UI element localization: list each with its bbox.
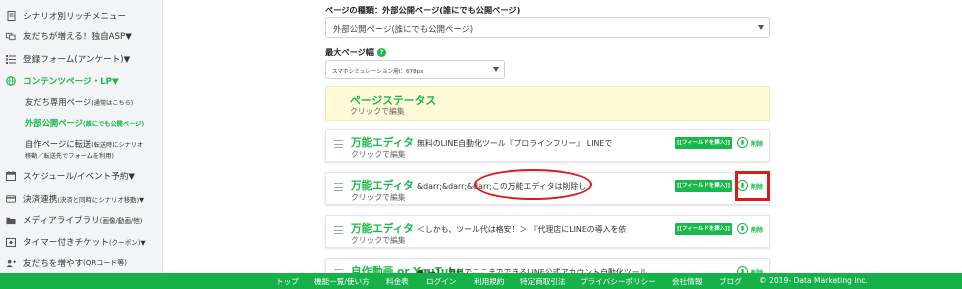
sidebar-item-label: 決済連携: [23, 195, 58, 205]
ticket-icon: [6, 237, 16, 247]
editor-title: 万能エディタ: [351, 137, 414, 149]
sidebar-item-label: コンテンツページ・LP▼: [23, 77, 119, 87]
delete-button[interactable]: 削除: [751, 139, 763, 148]
editor-block[interactable]: 万能エディタ クリックで編集 無料のLINE自動化ツール『プロラインフリー』 L…: [325, 129, 770, 162]
folder-icon: [6, 215, 16, 225]
sidebar-item-label: スケジュール/イベント予約▼: [23, 172, 136, 182]
page-editor: ページの種類：外部公開ページ(誰にでも公開ページ) 外部公開ページ(誰にでも公開…: [313, 0, 783, 289]
group-icon: [6, 31, 16, 41]
highlight-ellipse: [474, 169, 592, 200]
editor-click-to-edit: クリックで編集: [351, 236, 406, 245]
editor-click-to-edit: クリックで編集: [351, 193, 406, 202]
sidebar-item-schedule[interactable]: スケジュール/イベント予約▼: [0, 167, 163, 185]
editor-title: 万能エディタ: [351, 223, 414, 235]
app-root: シナリオ別リッチメニュー 友だちが増える！独自ASP▼ 登録フォーム(アンケート…: [0, 0, 962, 289]
sidebar-item-tickets[interactable]: タイマー付きチケット (クーポン)▼: [0, 233, 163, 251]
sidebar-sub-note: (通常はこちら): [91, 100, 134, 107]
sidebar-sub-redirect-page[interactable]: 自作ページに転送(転送時にシナリオ: [25, 139, 143, 151]
highlight-box: [735, 171, 770, 201]
drag-handle-icon[interactable]: [334, 140, 343, 148]
sidebar-item-note: (クーポン)▼: [108, 239, 146, 247]
max-width-value: スマホシミュレーション用Ⅰ：678px: [332, 69, 424, 75]
chevron-down-icon: [758, 25, 764, 30]
editor-preview-text: 無料のLINE自動化ツール『プロラインフリー』 LINEで: [417, 139, 613, 148]
sidebar-item-asp[interactable]: 友だちが増える！独自ASP▼: [0, 27, 163, 45]
sidebar-sub-redirect-page-line2: 移動／転送先でフォームを利用): [25, 151, 114, 162]
sidebar-item-label: 友だちが増える！独自ASP▼: [23, 32, 132, 42]
page-status-block[interactable]: ページステータス クリックで編集: [325, 86, 770, 121]
globe-icon: [6, 76, 16, 86]
insert-field-button[interactable]: [[フィールドを挿入]]: [675, 137, 732, 149]
trash-icon[interactable]: ▮: [737, 137, 748, 148]
footer-link-privacy[interactable]: プライバシーポリシー: [580, 276, 656, 287]
sidebar-item-forms[interactable]: 登録フォーム(アンケート)▼: [0, 50, 163, 68]
editor-preview-text: ＜しかも、ツール代は格安！＞ 『代理店にLINEの導入を依: [417, 225, 627, 234]
chevron-down-icon: [493, 67, 499, 72]
sidebar-item-note: (画像/動画/他): [99, 217, 143, 225]
document-icon: [6, 11, 16, 21]
sidebar-item-media[interactable]: メディアライブラリ (画像/動画/他): [0, 211, 163, 229]
sidebar-sub-public-page[interactable]: 外部公開ページ(誰にでも公開ページ): [25, 118, 144, 130]
sidebar-item-note: (決済と同時にシナリオ移動)▼: [57, 195, 144, 204]
drag-handle-icon[interactable]: [334, 183, 343, 191]
trash-icon[interactable]: ▮: [737, 223, 748, 234]
calendar-icon: [6, 171, 16, 181]
max-width-label-wrap: 最大ページ幅?: [325, 46, 386, 58]
add-user-icon: [6, 258, 16, 268]
footer-link-terms[interactable]: 利用規約: [474, 276, 504, 287]
drag-handle-icon[interactable]: [334, 226, 343, 234]
insert-field-button[interactable]: [[フィールドを挿入]]: [675, 180, 732, 192]
sidebar-sub-note: (転送時にシナリオ: [91, 142, 144, 149]
card-icon: [6, 194, 16, 204]
sidebar-item-label: シナリオ別リッチメニュー: [23, 12, 127, 22]
editor-click-to-edit: クリックで編集: [351, 150, 406, 159]
footer-link-pricing[interactable]: 料金表: [386, 276, 409, 287]
sidebar: シナリオ別リッチメニュー 友だちが増える！独自ASP▼ 登録フォーム(アンケート…: [0, 0, 163, 273]
status-click-to-edit: クリックで編集: [350, 107, 405, 116]
sidebar-item-add-friends[interactable]: 友だちを増やす (QRコード等): [0, 254, 163, 272]
delete-button[interactable]: 削除: [751, 225, 763, 234]
footer-link-top[interactable]: トップ: [276, 276, 299, 287]
editor-block[interactable]: 万能エディタ クリックで編集 ＜しかも、ツール代は格安！＞ 『代理店にLINEの…: [325, 215, 770, 248]
sidebar-item-note: (QRコード等): [83, 259, 128, 267]
footer: トップ 機能一覧/使い方 料金表 ログイン 利用規約 特定商取引法 プライバシー…: [0, 273, 962, 289]
page-type-value: 外部公開ページ(誰にでも公開ページ): [333, 24, 474, 34]
footer-link-blog[interactable]: ブログ: [719, 276, 742, 287]
sidebar-sub-label: 友だち専用ページ: [25, 97, 92, 107]
page-type-select[interactable]: 外部公開ページ(誰にでも公開ページ): [325, 17, 770, 38]
list-icon: [6, 54, 16, 64]
footer-link-features[interactable]: 機能一覧/使い方: [314, 276, 370, 287]
sidebar-item-label: 友だちを増やす: [23, 259, 84, 269]
page-type-label: ページの種類：外部公開ページ(誰にでも公開ページ): [325, 5, 521, 15]
insert-field-button[interactable]: [[フィールドを挿入]]: [675, 223, 732, 235]
help-icon[interactable]: ?: [376, 48, 386, 57]
sidebar-item-rich-menu[interactable]: シナリオ別リッチメニュー: [0, 7, 163, 25]
max-width-select[interactable]: スマホシミュレーション用Ⅰ：678px: [325, 60, 505, 79]
footer-link-login[interactable]: ログイン: [426, 276, 456, 287]
sidebar-item-content-pages[interactable]: コンテンツページ・LP▼: [0, 72, 163, 90]
footer-link-company[interactable]: 会社情報: [672, 276, 702, 287]
sidebar-sub-label: 外部公開ページ: [25, 118, 83, 128]
sidebar-sub-label: 自作ページに転送: [25, 139, 92, 149]
sidebar-item-label: タイマー付きチケット: [23, 238, 109, 248]
editor-title: 万能エディタ: [351, 180, 414, 192]
footer-copyright: © 2019- Data Marketing Inc.: [759, 276, 868, 285]
sidebar-item-label: メディアライブラリ: [23, 216, 100, 226]
footer-link-commerce-law[interactable]: 特定商取引法: [520, 276, 566, 287]
sidebar-sub-note: (誰にでも公開ページ): [82, 121, 145, 128]
max-width-label: 最大ページ幅: [325, 47, 374, 57]
sidebar-sub-friends-page[interactable]: 友だち専用ページ(通常はこちら): [25, 97, 133, 109]
sidebar-sub-note: 移動／転送先でフォームを利用): [25, 153, 114, 160]
sidebar-item-payments[interactable]: 決済連携 (決済と同時にシナリオ移動)▼: [0, 190, 163, 208]
sidebar-item-label: 登録フォーム(アンケート)▼: [23, 55, 131, 65]
